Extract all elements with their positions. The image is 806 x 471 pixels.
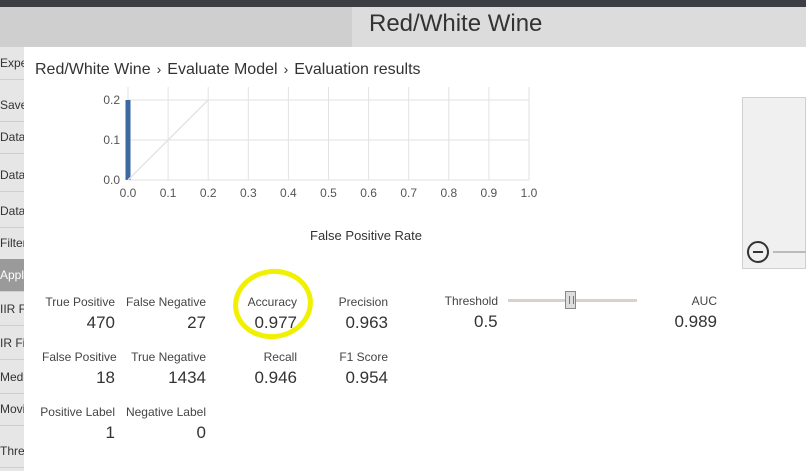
- metric-label: False Negative: [125, 295, 206, 309]
- palette-item[interactable]: Saved: [0, 89, 24, 122]
- x-tick-label: 1.0: [521, 186, 538, 200]
- metric-precision: Precision 0.963: [324, 295, 388, 333]
- zoom-slider[interactable]: [773, 251, 806, 253]
- x-tick-label: 0.7: [400, 186, 417, 200]
- palette-item[interactable]: Data I: [0, 159, 24, 192]
- x-tick-label: 0.4: [280, 186, 297, 200]
- metric-label: Recall: [263, 350, 297, 364]
- palette-item[interactable]: IIR Fi: [0, 293, 24, 326]
- metric-negative-label: Negative Label 0: [124, 405, 206, 443]
- metric-false-positive: False Positive 18: [42, 350, 117, 388]
- x-tick-label: 0.8: [440, 186, 457, 200]
- metric-label: False Positive: [42, 350, 117, 364]
- y-tick-label: 0.0: [103, 173, 120, 187]
- x-tick-label: 0.1: [160, 186, 177, 200]
- metric-true-positive: True Positive 470: [42, 295, 115, 333]
- metric-auc: AUC 0.989: [654, 294, 717, 332]
- palette-item[interactable]: Data T: [0, 195, 24, 228]
- module-palette: Experi Saved Data I Data I Data T Filter…: [0, 47, 24, 471]
- metric-f1-score: F1 Score 0.954: [324, 350, 388, 388]
- metric-false-negative: False Negative 27: [124, 295, 206, 333]
- palette-item[interactable]: IR Fi: [0, 327, 24, 360]
- roc-chart: 0.0 0.1 0.2 0.3 0.4 0.5 0.6 0.7 0.8 0.9 1.0 0.2 0.1 0…: [103, 87, 538, 200]
- x-tick-label: 0.2: [200, 186, 217, 200]
- metric-label: F1 Score: [339, 350, 388, 364]
- x-tick-label: 0.3: [240, 186, 257, 200]
- metric-value: 0.5: [474, 312, 498, 331]
- metric-value: 0: [196, 423, 206, 442]
- experiment-header-left: [0, 7, 352, 47]
- experiment-title: Red/White Wine: [369, 10, 543, 37]
- threshold-slider-handle[interactable]: [565, 291, 576, 309]
- metric-label: Threshold: [444, 294, 498, 308]
- metric-value: 18: [96, 368, 115, 387]
- metric-value: 0.946: [254, 368, 297, 387]
- metric-label: Precision: [338, 295, 388, 309]
- y-tick-label: 0.1: [103, 133, 120, 147]
- minimap-panel: [742, 97, 806, 269]
- x-tick-label: 0.5: [320, 186, 337, 200]
- metric-value: 0.963: [345, 313, 388, 332]
- palette-item[interactable]: Medi: [0, 361, 24, 394]
- metric-value: 1: [105, 423, 115, 442]
- palette-item[interactable]: Apply: [0, 259, 24, 292]
- window-top-strip: [0, 0, 806, 7]
- evaluation-results-dialog: Red/White Wine › Evaluate Model › Evaluation…: [24, 47, 742, 471]
- palette-item[interactable]: Filter: [0, 227, 24, 260]
- palette-item[interactable]: Movi: [0, 393, 24, 426]
- y-tick-label: 0.2: [103, 93, 120, 107]
- metric-true-negative: True Negative 1434: [124, 350, 206, 388]
- metric-value: 1434: [168, 368, 206, 387]
- metric-recall: Recall 0.946: [234, 350, 297, 388]
- metric-value: 470: [86, 313, 115, 332]
- metric-value: 27: [187, 313, 206, 332]
- palette-item[interactable]: Thres: [0, 435, 24, 468]
- zoom-out-icon[interactable]: [747, 241, 769, 263]
- roc-grid: [127, 87, 530, 181]
- metric-label: Positive Label: [40, 405, 115, 419]
- metric-threshold: Threshold 0.5: [434, 294, 498, 332]
- palette-item[interactable]: Experi: [0, 47, 24, 80]
- metric-label: Negative Label: [125, 405, 206, 419]
- metric-positive-label: Positive Label 1: [34, 405, 115, 443]
- palette-item[interactable]: Data I: [0, 121, 24, 154]
- metric-value: 0.954: [345, 368, 388, 387]
- x-tick-label: 0.0: [120, 186, 137, 200]
- x-tick-label: 0.9: [481, 186, 498, 200]
- x-axis-label: False Positive Rate: [310, 228, 422, 243]
- x-tick-label: 0.6: [360, 186, 377, 200]
- metric-label: AUC: [691, 294, 717, 308]
- metric-label: True Negative: [131, 350, 206, 364]
- metric-value: 0.989: [674, 312, 717, 331]
- canvas-area: [742, 47, 806, 471]
- metric-label: True Positive: [45, 295, 115, 309]
